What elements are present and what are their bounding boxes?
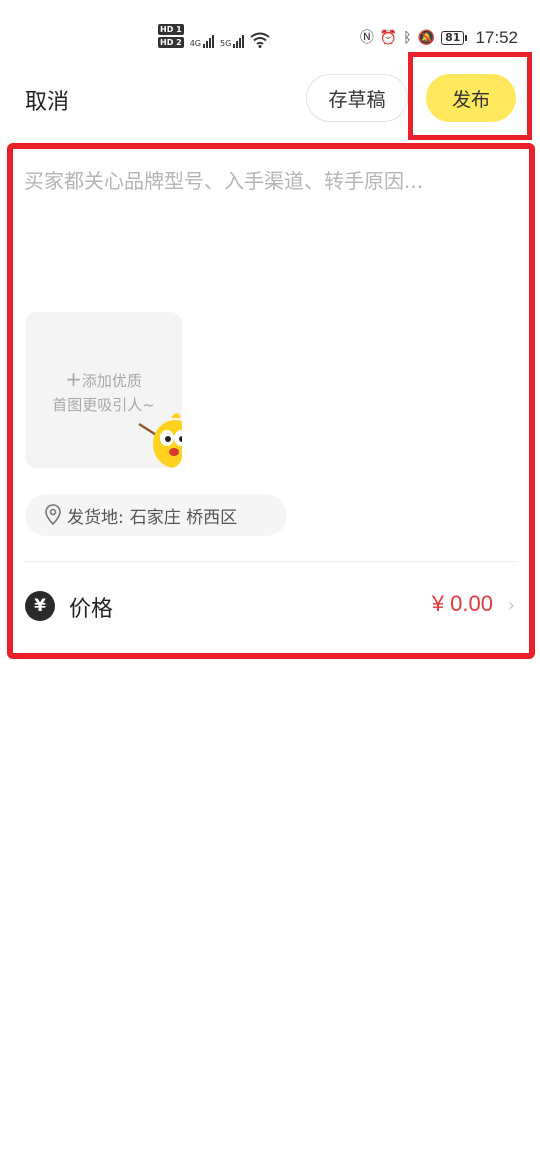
net2-label: 5G [219, 39, 232, 48]
signal-5g-icon: 5G [219, 35, 245, 48]
location-label: 发货地: [67, 507, 124, 528]
shipping-location-button[interactable]: 发货地: 石家庄 桥西区 [25, 494, 287, 536]
bluetooth-icon: ᛒ [403, 30, 412, 46]
mascot-icon [138, 413, 182, 468]
signal-group: HD 1 HD 2 4G 5G [158, 24, 270, 48]
clock: 17:52 [475, 28, 518, 47]
location-pin-icon [45, 504, 61, 526]
add-photo-button[interactable]: +添加优质 首图更吸引人~ [25, 312, 182, 468]
net1-label: 4G [189, 39, 201, 48]
nfc-icon: Ⓝ [359, 30, 374, 46]
divider [25, 561, 517, 562]
sim2-badge: HD 2 [158, 37, 184, 48]
price-value: ¥ 0.00 [431, 591, 493, 616]
save-draft-button[interactable]: 存草稿 [306, 74, 408, 122]
location-value: 石家庄 桥西区 [129, 507, 238, 528]
plus-icon: + [65, 367, 82, 391]
wifi-icon [250, 32, 270, 48]
chevron-right-icon: › [507, 595, 515, 616]
price-row[interactable]: ¥ 价格 ¥ 0.00 › [25, 583, 517, 629]
battery-level: 81 [441, 31, 465, 45]
add-photo-line1: 添加优质 [81, 372, 142, 390]
publish-button[interactable]: 发布 [426, 74, 516, 122]
cancel-button[interactable]: 取消 [25, 84, 69, 116]
alarm-icon: ⏰ [379, 30, 398, 46]
sim1-badge: HD 1 [158, 24, 184, 35]
bell-off-icon: 🔕 [417, 30, 436, 46]
signal-4g-icon: 4G [190, 35, 214, 48]
yen-icon: ¥ [25, 591, 55, 621]
description-input[interactable]: 买家都关心品牌型号、入手渠道、转手原因... [24, 165, 504, 194]
battery-icon: 81 [441, 31, 468, 45]
status-icons: Ⓝ ⏰ ᛒ 🔕 81 17:52 [360, 28, 518, 48]
price-label: 价格 [69, 597, 114, 622]
